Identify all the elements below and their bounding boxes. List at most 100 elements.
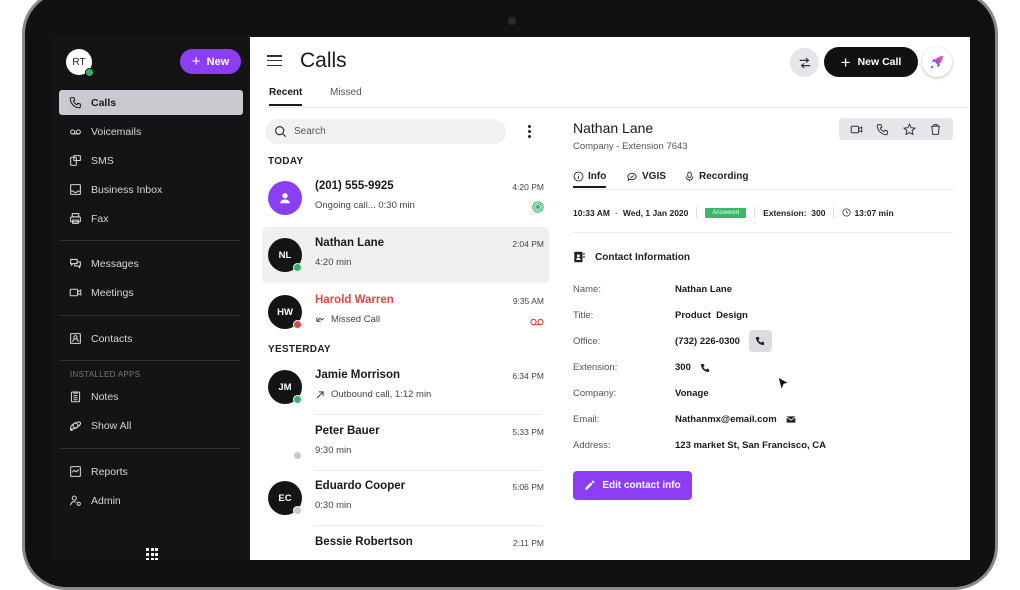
tab-recent[interactable]: Recent <box>269 87 303 106</box>
sidebar-item-meetings[interactable]: Meetings <box>59 280 243 305</box>
sidebar-item-admin[interactable]: Admin <box>59 488 243 513</box>
new-button-label: New <box>206 55 230 68</box>
field-value: Nathan Lane <box>675 284 732 295</box>
menu-icon[interactable] <box>267 55 282 66</box>
call-row[interactable]: NL Nathan Lane 4:20 min 2:04 PM <box>262 227 549 283</box>
sidebar-divider <box>59 240 240 241</box>
phone-icon[interactable] <box>876 123 889 136</box>
sidebar-item-calls[interactable]: Calls <box>59 90 243 115</box>
sidebar-item-label: Admin <box>91 494 121 507</box>
sidebar-item-messages[interactable]: Messages <box>59 251 243 276</box>
call-office-button[interactable] <box>748 330 772 352</box>
caller-name: Nathan Lane <box>315 237 385 249</box>
meta-separator <box>833 207 835 218</box>
video-call-icon[interactable] <box>850 123 863 136</box>
sidebar: RT + New Calls Voicemails SMS Business I… <box>52 37 250 560</box>
info-icon <box>573 171 584 182</box>
field-value-text: Nathan Lane <box>675 284 733 295</box>
sidebar-item-sms[interactable]: SMS <box>59 148 243 173</box>
avatar-initials: NL <box>278 249 292 261</box>
sidebar-item-label: Meetings <box>91 286 134 299</box>
edit-contact-button[interactable]: Edit contact info <box>573 471 692 500</box>
sidebar-item-show-all[interactable]: Show All <box>59 413 243 438</box>
sidebar-item-label: Show All <box>91 419 132 432</box>
more-options-icon[interactable] <box>528 125 531 138</box>
installed-apps-label: INSTALLED APPS <box>70 370 141 379</box>
sidebar-item-label: Reports <box>91 465 128 478</box>
sidebar-item-reports[interactable]: Reports <box>59 459 243 484</box>
mail-icon[interactable] <box>786 415 796 424</box>
call-detail-pane: Nathan Lane Company - Extension 7643 Inf… <box>573 108 953 558</box>
caller-name: (201) 555-9925 <box>315 180 394 192</box>
call-detail-text: 0:30 min <box>315 500 352 511</box>
sidebar-item-label: Calls <box>91 96 117 109</box>
phone-filled-icon[interactable] <box>700 363 710 373</box>
call-time: 4:20 PM <box>512 182 544 192</box>
tab-missed[interactable]: Missed <box>330 87 362 104</box>
rocket-button[interactable] <box>922 47 952 77</box>
plus-icon: + <box>191 53 201 70</box>
trash-icon[interactable] <box>929 123 942 136</box>
call-row[interactable]: Peter Bauer 9:30 min 5:33 PM <box>262 415 549 471</box>
call-meta-time: 10:33 AM <box>573 207 611 218</box>
search-input[interactable]: Search <box>265 119 506 144</box>
call-row[interactable]: HW Harold Warren Missed Call 9:35 AM <box>262 284 549 340</box>
field-value-text: Product Design <box>675 310 748 321</box>
sidebar-item-voicemails[interactable]: Voicemails <box>59 119 243 144</box>
page-title: Calls <box>300 49 347 72</box>
edit-contact-label: Edit contact info <box>602 480 681 491</box>
sidebar-divider <box>59 360 240 361</box>
call-time: 2:04 PM <box>512 239 544 249</box>
voicemail-icon[interactable] <box>530 314 544 332</box>
sidebar-item-label: Contacts <box>91 332 133 345</box>
call-row[interactable]: Bessie Robertson 2:11 PM <box>262 526 549 560</box>
nav-contacts: Contacts <box>59 326 243 355</box>
swap-icon <box>799 57 810 68</box>
call-detail-text: Outbound call, 1:12 min <box>331 389 432 400</box>
field-value: Product Design <box>675 310 748 321</box>
notes-icon <box>70 391 81 403</box>
plus-icon: + <box>840 52 851 72</box>
sidebar-item-fax[interactable]: Fax <box>59 206 243 231</box>
tab-info[interactable]: Info <box>573 171 607 188</box>
new-call-button[interactable]: + New Call <box>824 47 918 77</box>
call-row[interactable]: EC Eduardo Cooper 0:30 min 5:06 PM <box>262 470 549 526</box>
star-icon[interactable] <box>902 122 916 136</box>
field-value-text: Nathanmx@email.com <box>675 414 777 425</box>
sidebar-item-label: Notes <box>91 390 119 403</box>
call-meta-date: Wed, 1 Jan 2020 <box>622 207 689 218</box>
tab-recording[interactable]: Recording <box>684 171 748 186</box>
inbox-icon <box>70 184 81 195</box>
sidebar-item-business-inbox[interactable]: Business Inbox <box>59 177 243 202</box>
call-detail: Ongoing call... 0:30 min <box>315 200 415 211</box>
call-detail: 9:30 min <box>315 445 351 456</box>
tab-vgis[interactable]: VGIS <box>626 171 666 186</box>
tab-label: Info <box>588 171 607 182</box>
transfer-button[interactable] <box>790 48 819 77</box>
messages-icon <box>70 258 81 269</box>
sidebar-item-label: SMS <box>91 154 114 167</box>
call-row[interactable]: (201) 555-9925 Ongoing call... 0:30 min … <box>262 170 549 226</box>
user-avatar[interactable]: RT <box>66 49 94 77</box>
contacts-icon <box>70 333 81 344</box>
app-launcher-icon[interactable] <box>146 548 159 560</box>
call-row[interactable]: JM Jamie Morrison Outbound call, 1:12 mi… <box>262 359 549 415</box>
outbound-call-icon <box>316 390 324 398</box>
tab-label: VGIS <box>642 171 666 182</box>
presence-online-dot <box>293 395 302 404</box>
new-button[interactable]: + New <box>180 49 241 74</box>
status-badge: Answered <box>705 207 747 218</box>
meta-separator <box>754 207 756 218</box>
field-value-text: 123 market St, San Francisco, CA <box>675 440 827 451</box>
sidebar-item-contacts[interactable]: Contacts <box>59 326 243 351</box>
caller-name: Harold Warren <box>315 294 394 306</box>
presence-busy-dot <box>293 320 302 329</box>
sidebar-item-notes[interactable]: Notes <box>59 384 243 409</box>
main-content: Calls + New Call Recent Missed Search TO… <box>250 37 970 560</box>
presence-online-dot <box>85 68 94 77</box>
sidebar-divider <box>59 315 240 316</box>
field-value-text: (732) 226-0300 <box>675 335 740 347</box>
field-value: 300 <box>675 362 710 373</box>
call-meta-extension: Extension: 300 <box>763 207 826 218</box>
field-value-text: 300 <box>675 362 691 373</box>
